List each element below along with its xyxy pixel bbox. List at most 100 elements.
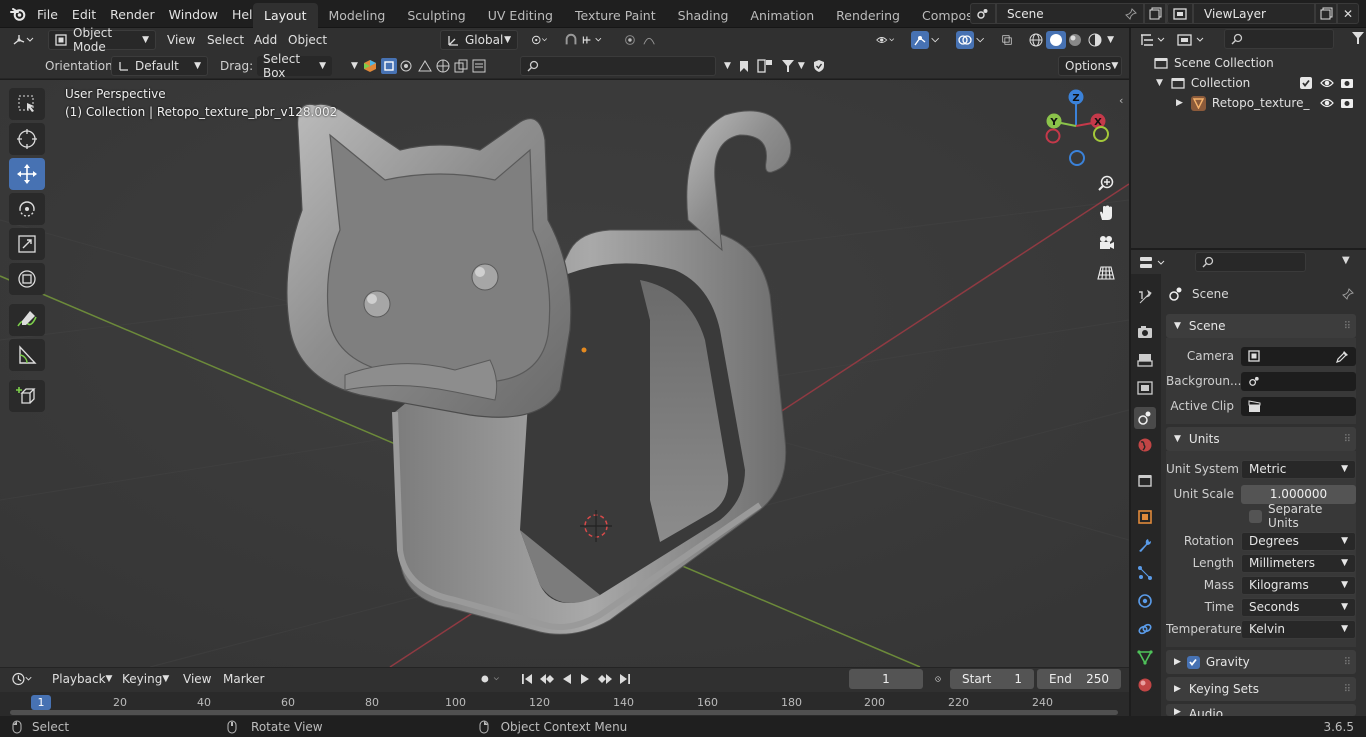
snap-toggle[interactable]: [558, 30, 614, 50]
eye-icon[interactable]: [1320, 77, 1334, 89]
eye-icon[interactable]: [1320, 97, 1334, 109]
options-dropdown[interactable]: Options ▼: [1058, 56, 1122, 76]
collection-tab-icon[interactable]: [1136, 472, 1154, 490]
background-scene-field[interactable]: [1241, 371, 1356, 391]
tab-animation[interactable]: Animation: [739, 3, 825, 28]
tool-settings-tab-icon[interactable]: [1136, 288, 1154, 306]
end-frame-field[interactable]: End 250: [1037, 669, 1121, 689]
scene-panel-header[interactable]: ▼ Scene ⠿: [1166, 314, 1356, 338]
search-input[interactable]: [520, 56, 716, 76]
chevron-down-icon[interactable]: ▼: [798, 61, 805, 71]
pin-icon[interactable]: [1125, 7, 1137, 20]
bookmark-icon[interactable]: [739, 60, 749, 73]
select-box-mode-icon[interactable]: [380, 58, 397, 74]
output-tab-icon[interactable]: [1136, 351, 1154, 369]
rendered-shading-icon[interactable]: [1085, 31, 1105, 49]
chevron-down-icon[interactable]: ▼: [724, 61, 731, 71]
proportional-editing[interactable]: [617, 30, 669, 50]
material-tab-icon[interactable]: [1136, 676, 1154, 694]
solid-shading-icon[interactable]: [1045, 31, 1066, 49]
prev-keyframe-icon[interactable]: [539, 673, 555, 685]
unit-scale-field[interactable]: 1.000000: [1241, 484, 1356, 504]
select-invert-icon[interactable]: [436, 59, 450, 73]
xray-toggle[interactable]: [996, 30, 1018, 50]
view-layer-selector[interactable]: ViewLayer ✕: [1167, 3, 1359, 24]
tab-shading[interactable]: Shading: [667, 3, 740, 28]
annotate-tool[interactable]: [9, 304, 45, 336]
particles-tab-icon[interactable]: [1136, 564, 1154, 582]
new-view-layer-icon[interactable]: [1315, 3, 1337, 24]
color-hex-icon[interactable]: [363, 59, 377, 73]
select-box-tool[interactable]: [9, 88, 45, 120]
tab-sculpting[interactable]: Sculpting: [396, 3, 476, 28]
transform-orientation-dropdown[interactable]: Global ▼: [440, 30, 518, 50]
navigation-gizmo[interactable]: Z X Y: [1030, 86, 1120, 176]
tab-modeling[interactable]: Modeling: [318, 3, 397, 28]
mass-dropdown[interactable]: Kilograms ▼: [1241, 575, 1356, 595]
length-dropdown[interactable]: Millimeters ▼: [1241, 553, 1356, 573]
material-shading-icon[interactable]: [1066, 31, 1086, 49]
disclosure-closed-icon[interactable]: ▶: [1176, 98, 1183, 108]
menu-object[interactable]: Object: [282, 30, 333, 50]
blender-logo-icon[interactable]: [10, 6, 26, 22]
visibility-dropdown[interactable]: [870, 30, 902, 50]
properties-search-input[interactable]: [1195, 252, 1306, 272]
outliner-search-input[interactable]: [1224, 29, 1334, 49]
zoom-icon[interactable]: [1093, 170, 1119, 196]
select-extend-icon[interactable]: [400, 59, 414, 73]
menu-render[interactable]: Render: [103, 7, 162, 22]
scene-tab-icon[interactable]: [1134, 407, 1156, 429]
pin-icon[interactable]: [1342, 288, 1354, 300]
drag-handle-icon[interactable]: ⠿: [1344, 434, 1351, 445]
orientation-dropdown[interactable]: Default ▼: [111, 56, 208, 76]
data-tab-icon[interactable]: [1136, 648, 1154, 666]
exclude-checkbox[interactable]: [1300, 77, 1312, 89]
selectability-toggles[interactable]: ▼: [345, 56, 525, 76]
drag-handle-icon[interactable]: ⠿: [1344, 684, 1351, 695]
menu-add[interactable]: Add: [248, 30, 283, 50]
preview-range-toggle[interactable]: [929, 669, 947, 689]
tab-layout[interactable]: Layout: [253, 3, 318, 28]
transform-tool[interactable]: [9, 263, 45, 295]
filter-controls[interactable]: ▼ ▼: [718, 56, 840, 76]
play-icon[interactable]: [579, 673, 591, 685]
outliner-row-collection[interactable]: ▼ Collection: [1156, 73, 1364, 93]
next-keyframe-icon[interactable]: [597, 673, 613, 685]
scene-name-field[interactable]: Scene: [996, 3, 1144, 24]
outliner-filter-mode[interactable]: [1177, 30, 1211, 50]
tab-texture-paint[interactable]: Texture Paint: [564, 3, 667, 28]
eyedropper-icon[interactable]: [1336, 350, 1349, 363]
tab-rendering[interactable]: Rendering: [825, 3, 911, 28]
playhead[interactable]: 1: [31, 695, 51, 710]
timeline-editor-type-button[interactable]: [6, 669, 40, 689]
mode-dropdown[interactable]: Object Mode ▼: [48, 26, 156, 54]
play-reverse-icon[interactable]: [561, 673, 573, 685]
select-subtract-icon[interactable]: [418, 59, 432, 73]
scene-selector[interactable]: Scene ✕: [970, 3, 1188, 24]
outliner-display-mode[interactable]: [1139, 30, 1169, 50]
modifier-wrench-icon[interactable]: [1136, 536, 1154, 554]
active-clip-field[interactable]: [1241, 396, 1356, 416]
camera-field[interactable]: [1241, 346, 1356, 366]
time-dropdown[interactable]: Seconds ▼: [1241, 597, 1356, 617]
select-mode-icon[interactable]: [472, 59, 486, 73]
gravity-panel-header[interactable]: ▶ Gravity ⠿: [1166, 650, 1356, 674]
audio-panel-header[interactable]: ▶ Audio: [1166, 704, 1356, 716]
properties-editor-type[interactable]: [1139, 253, 1169, 273]
3d-viewport[interactable]: User Perspective (1) Collection | Retopo…: [0, 80, 1129, 667]
object-tab-icon[interactable]: [1136, 508, 1154, 526]
gravity-checkbox[interactable]: [1186, 655, 1200, 669]
delete-view-layer-icon[interactable]: ✕: [1337, 3, 1359, 24]
jump-end-icon[interactable]: [619, 673, 631, 685]
chevron-down-icon[interactable]: ▼: [351, 61, 358, 71]
pivot-point-button[interactable]: [525, 30, 555, 50]
tab-uv-editing[interactable]: UV Editing: [477, 3, 564, 28]
auto-keying-toggle[interactable]: [472, 669, 510, 689]
shading-modes[interactable]: ▼: [1020, 30, 1120, 50]
cursor-tool[interactable]: [9, 123, 45, 155]
drag-dropdown[interactable]: Select Box ▼: [257, 52, 332, 80]
units-panel-header[interactable]: ▼ Units ⠿: [1166, 427, 1356, 451]
sidebar-toggle-icon[interactable]: ‹: [1119, 94, 1123, 107]
outliner-row-scene-collection[interactable]: Scene Collection: [1154, 53, 1274, 73]
timeline-view-menu[interactable]: View: [177, 669, 217, 689]
